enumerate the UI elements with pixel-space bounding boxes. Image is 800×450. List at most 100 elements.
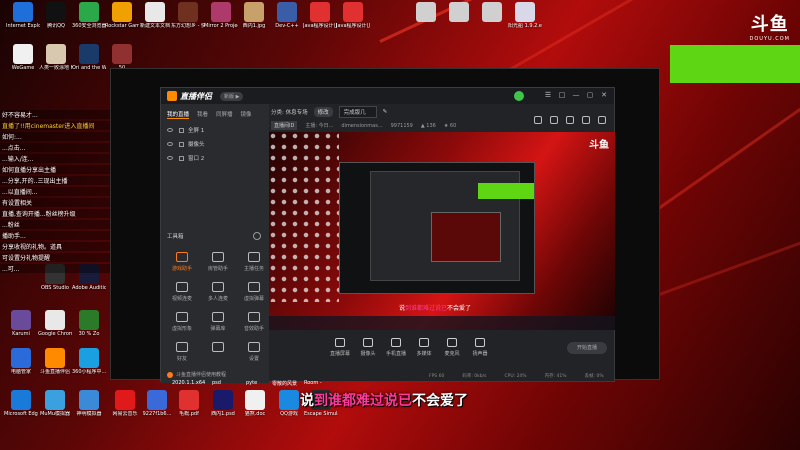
maximize-icon[interactable]: ▢ [586, 91, 594, 99]
tool-button[interactable]: 虚拟弹幕 [237, 282, 271, 302]
desktop-icon[interactable]: Java程序设计(JDK8)... [336, 2, 370, 29]
tool-button[interactable]: 房管助手 [201, 252, 235, 272]
source-button[interactable]: 扬声器 [465, 338, 495, 357]
tool-button[interactable]: 虚拟形象 [165, 312, 199, 332]
tool-button[interactable]: 音效助手 [237, 312, 271, 332]
toolbox-settings-icon[interactable] [253, 232, 261, 240]
scene-item[interactable]: 全屏 1 [161, 123, 269, 137]
user-avatar[interactable] [514, 91, 524, 101]
desktop-icon[interactable]: Karumi [4, 310, 38, 337]
desktop-icon[interactable]: 9227f1b6... [140, 390, 174, 417]
preview-subtitle-post: 不会爱了 [447, 305, 472, 312]
scene-item[interactable]: 窗口 2 [161, 151, 269, 165]
scene-item[interactable]: 摄像头 [161, 137, 269, 151]
edit-category-button[interactable]: 修改 [313, 107, 333, 117]
visibility-icon[interactable] [167, 128, 173, 132]
desktop-icon[interactable]: 电脑管家 [4, 348, 38, 375]
desktop-icon-label: 9227f1b6... [142, 411, 172, 417]
preview-green-rect [478, 183, 534, 199]
close-icon[interactable]: ✕ [600, 91, 608, 99]
desktop-icon-label: Mirror 2 Project X [204, 23, 238, 29]
record-icon[interactable] [566, 116, 574, 124]
menu-icon[interactable]: ☰ [544, 91, 552, 99]
desktop-icon[interactable]: 阳光船 1.9.2.exe... [508, 2, 542, 29]
edit-title-icon[interactable]: ✎ [383, 109, 388, 115]
overlay-text-line: 直播,查询开播...粉丝榜升级 [0, 209, 110, 218]
share-icon[interactable] [534, 116, 542, 124]
desktop-icon[interactable] [409, 2, 443, 23]
tool-button[interactable]: 设置 [237, 342, 271, 362]
desktop-icon[interactable]: Mirror 2 Project X [204, 2, 238, 29]
desktop-icon[interactable]: 360安全浏览器 [72, 2, 106, 29]
tutorial-link[interactable]: 斗鱼直播伴侣使用教程 [167, 371, 226, 378]
minimize-icon[interactable]: — [572, 91, 580, 99]
desktop-icon[interactable]: 西内1.psd [206, 390, 240, 417]
app-icon [178, 2, 198, 22]
desktop-icon-label: Google Chrome [38, 331, 72, 337]
desktop-icon-label: 人类一败涂地 Human Fa... [39, 65, 73, 71]
tool-icon [176, 342, 188, 352]
left-tab[interactable]: 我看 [197, 110, 208, 119]
skin-icon[interactable]: □ [558, 91, 566, 99]
desktop-icon[interactable]: 猫煞.doc [238, 390, 272, 417]
source-button[interactable]: 直播屏幕 [325, 338, 355, 357]
tool-button[interactable]: 主播任务 [237, 252, 271, 272]
version-button[interactable]: 新版 ▶ [220, 91, 244, 101]
tool-button[interactable]: 好友 [165, 342, 199, 362]
tool-icon [248, 252, 260, 262]
desktop-icon-label: Internet Explorer [6, 23, 40, 29]
top-toolbar-icons [534, 116, 606, 124]
desktop-icon-label: 新建文本文档 [139, 23, 170, 29]
desktop-icon-label: Rockstar Games... [105, 23, 139, 29]
desktop-icon[interactable]: 人类一败涂地 Human Fa... [39, 44, 73, 71]
source-button[interactable]: 多媒体 [409, 338, 439, 357]
source-button[interactable]: 手机直播 [381, 338, 411, 357]
desktop-icon[interactable] [442, 2, 476, 23]
desktop-icon[interactable] [475, 2, 509, 23]
desktop-icon[interactable]: Microsoft Edge [4, 390, 38, 417]
tool-button[interactable]: 游戏助手 [165, 252, 199, 272]
desktop-icon[interactable]: MuMu模拟器 [38, 390, 72, 417]
desktop-icon[interactable]: 腾讯QQ [39, 2, 73, 29]
source-button[interactable]: 摄像头 [353, 338, 383, 357]
desktop-icon[interactable]: 30 % Zo [72, 310, 106, 337]
left-tab[interactable]: 镜像 [241, 110, 252, 119]
stream-preview[interactable]: 斗鱼 说到谁都难过说已不会爱了 [269, 132, 615, 330]
visibility-icon[interactable] [167, 142, 173, 146]
desktop-icon[interactable]: 新建文本文档 [138, 2, 172, 29]
scene-item-label: 窗口 2 [188, 156, 205, 162]
desktop-icon-label: Java程序设计(JDK8)... [336, 23, 370, 29]
tool-button[interactable]: 视频连麦 [165, 282, 199, 302]
start-live-button[interactable]: 开始直播 [567, 342, 607, 354]
desktop-icon[interactable]: Internet Explorer [6, 2, 40, 29]
source-button[interactable]: 麦克风 [437, 338, 467, 357]
desktop-icon[interactable]: 东方幻想乡 - 快捷方式 [171, 2, 205, 29]
desktop-icon[interactable]: WeGame [6, 44, 40, 71]
desktop-icon[interactable]: 360小程序中... [72, 348, 106, 375]
desktop-icon[interactable]: 斗鱼直播伴侣 [38, 348, 72, 375]
desktop-icon[interactable]: 毛概.pdf [172, 390, 206, 417]
visibility-icon[interactable] [167, 156, 173, 160]
desktop-icon[interactable]: Java程序设计(JDK8)... [303, 2, 337, 29]
stream-title-field[interactable]: 完成版几 [338, 106, 377, 118]
tool-button[interactable] [201, 342, 235, 355]
tool-button[interactable]: 多人连麦 [201, 282, 235, 302]
more-icon[interactable] [598, 116, 606, 124]
desktop-icon[interactable]: Dev-C++ [270, 2, 304, 29]
source-icon [335, 338, 345, 347]
left-tab[interactable]: 我的直播 [167, 110, 190, 119]
desktop-icon[interactable]: 神明模拟器 [72, 390, 106, 417]
desktop-icon[interactable]: 网易云音乐 [108, 390, 142, 417]
desktop-icon[interactable]: 50 [105, 44, 139, 71]
lock-icon[interactable] [550, 116, 558, 124]
desktop-icon[interactable]: Google Chrome [38, 310, 72, 337]
desktop-icon[interactable]: Rockstar Games... [105, 2, 139, 29]
notification-icon[interactable] [582, 116, 590, 124]
desktop-icon[interactable]: 西内1.jpg [237, 2, 271, 29]
app-icon [45, 390, 65, 410]
left-tab[interactable]: 同屏播 [216, 110, 233, 119]
tool-button[interactable]: 弹幕库 [201, 312, 235, 332]
subtitle-highlight: 到谁都难过说已 [314, 393, 412, 409]
desktop-icon-label: 腾讯QQ [47, 23, 65, 29]
desktop-icon[interactable]: Ori and the Will of th... [72, 44, 106, 71]
